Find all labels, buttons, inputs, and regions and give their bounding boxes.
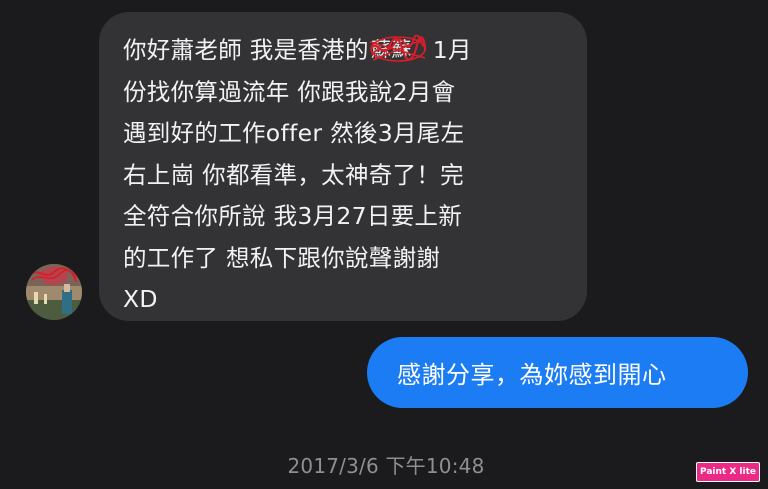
avatar-photo-icon [26, 264, 82, 320]
incoming-line-text: 你好蕭老師 我是香港的 [123, 36, 369, 64]
incoming-message-line: 右上崗 你都看準，太神奇了！完 [123, 160, 464, 189]
incoming-message-line: 份找你算過流年 你跟我說2月會 [123, 77, 456, 106]
incoming-message-line: 遇到好的工作offer 然後3月尾左 [123, 119, 465, 147]
incoming-message-line: 的工作了 想私下跟你說聲謝謝 [123, 243, 441, 272]
chat-thread: 你好蕭老師 我是香港的 蘇蘇 1月 份找你算過流年 你跟我說2月會 遇到好的工作… [0, 0, 768, 489]
incoming-message-line: 全符合你所說 我3月27日要上新 [123, 202, 463, 230]
redacted-name-scribble: 蘇蘇 [369, 35, 427, 63]
outgoing-message-text: 感謝分享，為妳感到開心 [397, 361, 667, 389]
incoming-line-text: 1月 [432, 36, 472, 64]
incoming-message-line: 你好蕭老師 我是香港的 蘇蘇 1月 [123, 30, 565, 72]
outgoing-message-bubble[interactable]: 感謝分享，為妳感到開心 [367, 337, 748, 408]
incoming-message-line: XD [123, 285, 158, 313]
paint-x-lite-watermark: Paint X lite [696, 462, 760, 482]
sender-avatar[interactable] [26, 264, 82, 320]
incoming-message-bubble[interactable]: 你好蕭老師 我是香港的 蘇蘇 1月 份找你算過流年 你跟我說2月會 遇到好的工作… [99, 12, 587, 321]
message-timestamp: 2017/3/6 下午10:48 [287, 454, 485, 478]
